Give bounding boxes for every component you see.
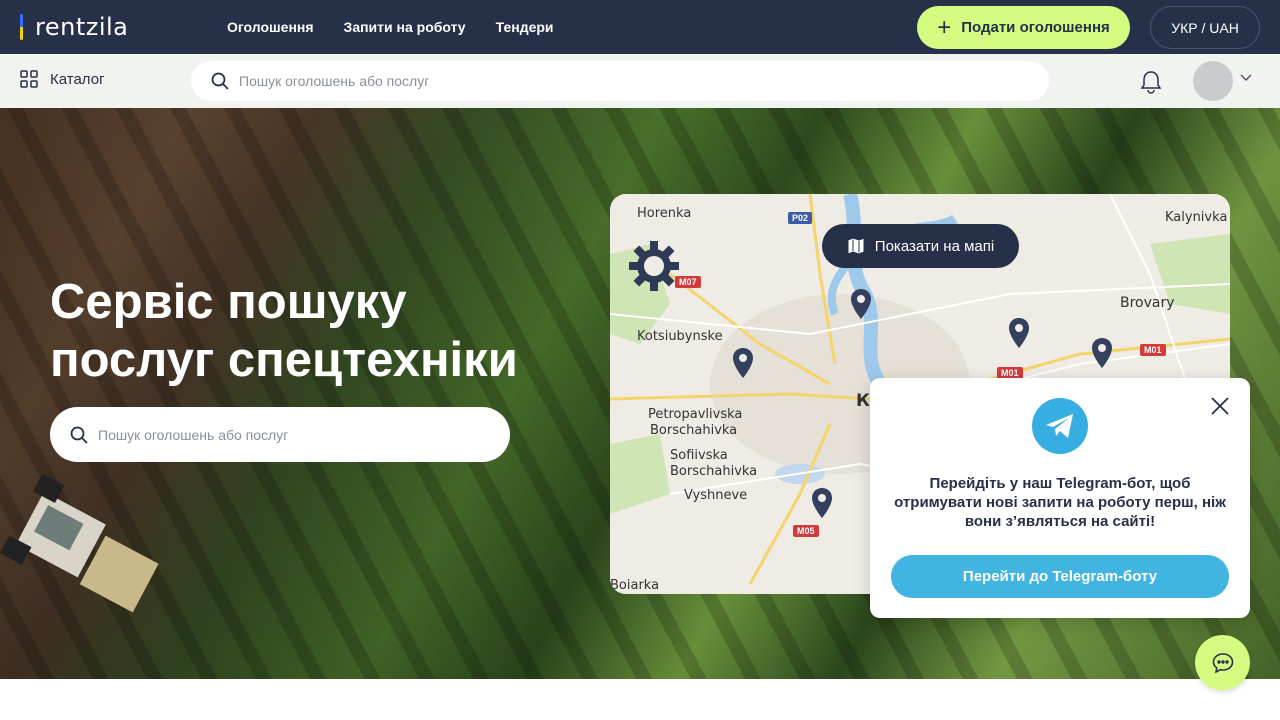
map-pin-icon[interactable] bbox=[850, 289, 872, 319]
post-ad-button[interactable]: + Подати оголошення bbox=[917, 6, 1130, 49]
sub-header: Каталог bbox=[0, 54, 1280, 108]
chat-button[interactable] bbox=[1195, 635, 1250, 690]
map-place-label: Brovary bbox=[1120, 295, 1175, 311]
hero-title-line2: послуг спецтехніки bbox=[50, 333, 518, 387]
close-icon[interactable] bbox=[1210, 396, 1230, 416]
chat-icon bbox=[1212, 652, 1233, 673]
hero-title: Сервіс пошуку послуг спецтехніки bbox=[50, 273, 610, 389]
map-place-label: Petropavlivska bbox=[648, 407, 743, 422]
show-on-map-label: Показати на мапі bbox=[874, 237, 995, 255]
hero-search-box bbox=[50, 407, 510, 462]
road-badge: M05 bbox=[793, 525, 819, 537]
header-search-box bbox=[191, 61, 1049, 101]
map-icon bbox=[847, 238, 865, 254]
catalog-label: Каталог bbox=[50, 70, 105, 88]
search-icon bbox=[211, 72, 229, 90]
top-navigation-bar: rentzila Оголошення Запити на роботу Тен… bbox=[0, 0, 1280, 54]
telegram-popup: Перейдіть у наш Telegram-бот, щоб отриму… bbox=[870, 378, 1250, 618]
language-currency-button[interactable]: УКР / UAH bbox=[1150, 6, 1260, 49]
map-pin-icon[interactable] bbox=[811, 488, 833, 518]
map-place-label: Vyshneve bbox=[684, 488, 748, 503]
map-place-label: Borschahivka bbox=[650, 423, 738, 438]
nav-item-tenders[interactable]: Тендери bbox=[496, 19, 554, 35]
logo-text: rentzila bbox=[35, 13, 129, 41]
show-on-map-button[interactable]: Показати на мапі bbox=[822, 224, 1019, 268]
road-badge: M01 bbox=[1140, 344, 1166, 356]
main-nav: Оголошення Запити на роботу Тендери bbox=[227, 0, 554, 54]
go-to-telegram-bot-button[interactable]: Перейти до Telegram-боту bbox=[891, 555, 1229, 598]
map-place-label: Kotsiubynske bbox=[637, 329, 723, 344]
nav-item-ads[interactable]: Оголошення bbox=[227, 19, 314, 35]
map-pin-icon[interactable] bbox=[1008, 318, 1030, 348]
post-ad-label: Подати оголошення bbox=[961, 19, 1110, 36]
map-place-label: Borschahivka bbox=[670, 464, 758, 479]
hero-title-line1: Сервіс пошуку bbox=[50, 275, 407, 329]
plus-icon: + bbox=[937, 13, 952, 41]
grid-icon bbox=[20, 70, 38, 88]
map-pin-icon[interactable] bbox=[732, 348, 754, 378]
map-pin-icon[interactable] bbox=[1091, 338, 1113, 368]
telegram-popup-message: Перейдіть у наш Telegram-бот, щоб отриму… bbox=[894, 475, 1226, 530]
logo[interactable]: rentzila bbox=[20, 13, 129, 41]
user-avatar[interactable] bbox=[1193, 61, 1233, 101]
road-badge: P02 bbox=[788, 212, 813, 224]
bell-icon[interactable] bbox=[1140, 70, 1162, 94]
gear-icon bbox=[629, 241, 679, 291]
map-place-label: Boiarka bbox=[610, 578, 660, 593]
map-place-label: Horenka bbox=[637, 206, 692, 221]
map-place-label: Kalynivka bbox=[1165, 210, 1228, 225]
logo-flag-mark bbox=[20, 14, 23, 40]
hero-search-input[interactable] bbox=[98, 426, 468, 443]
search-icon bbox=[70, 426, 88, 444]
map-place-label: Sofiivska bbox=[670, 448, 728, 463]
nav-item-job-requests[interactable]: Запити на роботу bbox=[344, 19, 466, 35]
road-badge: M07 bbox=[675, 276, 701, 288]
telegram-icon bbox=[1032, 398, 1088, 454]
chevron-down-icon[interactable] bbox=[1240, 74, 1252, 82]
header-search-input[interactable] bbox=[239, 73, 999, 89]
catalog-button[interactable]: Каталог bbox=[20, 70, 105, 88]
